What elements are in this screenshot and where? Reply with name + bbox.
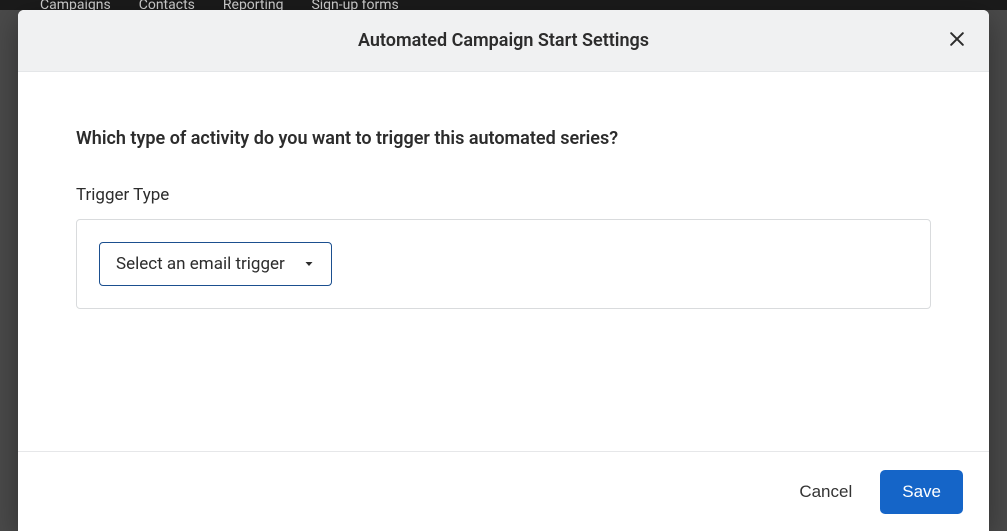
- cancel-button[interactable]: Cancel: [793, 474, 858, 510]
- save-button[interactable]: Save: [880, 470, 963, 514]
- modal-footer: Cancel Save: [18, 451, 989, 531]
- trigger-type-label: Trigger Type: [76, 185, 931, 205]
- question-text: Which type of activity do you want to tr…: [76, 128, 931, 149]
- nav-item[interactable]: Contacts: [139, 0, 195, 10]
- nav-item[interactable]: Sign-up forms: [311, 0, 398, 10]
- nav-item[interactable]: Campaigns: [40, 0, 111, 10]
- modal-title: Automated Campaign Start Settings: [358, 30, 649, 51]
- modal-header: Automated Campaign Start Settings: [18, 10, 989, 72]
- close-button[interactable]: [939, 23, 975, 59]
- top-nav: Campaigns Contacts Reporting Sign-up for…: [0, 0, 1007, 10]
- close-icon: [947, 29, 967, 52]
- settings-modal: Automated Campaign Start Settings Which …: [18, 10, 989, 531]
- chevron-down-icon: [303, 258, 315, 270]
- trigger-type-dropdown[interactable]: Select an email trigger: [99, 242, 332, 286]
- nav-item[interactable]: Reporting: [223, 0, 284, 10]
- dropdown-selected-text: Select an email trigger: [116, 254, 285, 274]
- modal-body: Which type of activity do you want to tr…: [18, 72, 989, 451]
- trigger-type-panel: Select an email trigger: [76, 219, 931, 309]
